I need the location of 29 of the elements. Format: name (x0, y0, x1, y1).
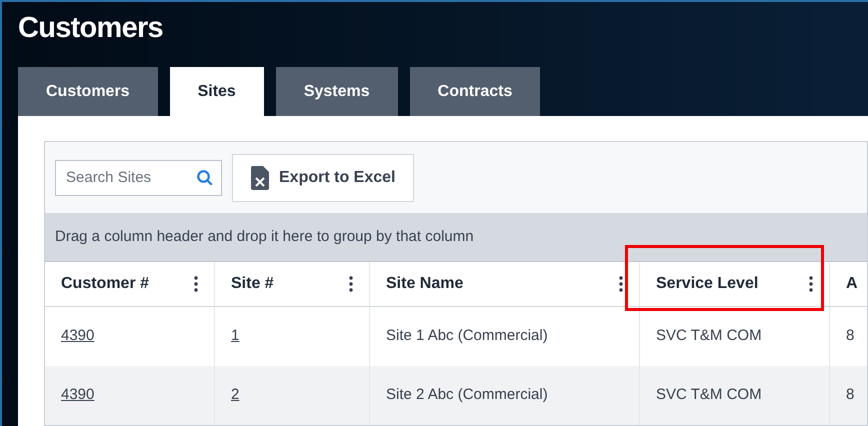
tab[interactable]: Sites (170, 67, 264, 116)
column-header[interactable]: Site # (215, 262, 370, 306)
table-link[interactable]: 4390 (61, 384, 94, 407)
table-cell-text: 8 (846, 385, 854, 406)
search-icon[interactable] (196, 168, 214, 186)
column-header[interactable]: Service Level (640, 262, 830, 306)
group-panel-hint: Drag a column header and drop it here to group by that column (55, 226, 474, 247)
column-menu-icon[interactable] (809, 276, 813, 292)
table-cell-text: Site 2 Abc (Commercial) (386, 385, 548, 406)
tab[interactable]: Contracts (410, 67, 540, 116)
table-link[interactable]: 4390 (61, 325, 94, 348)
table-cell-text: SVC T&M COM (656, 326, 762, 346)
table-cell-text: Site 1 Abc (Commercial) (386, 326, 548, 346)
table-cell-text: SVC T&M COM (656, 385, 762, 406)
column-menu-icon[interactable] (349, 276, 353, 292)
tab[interactable]: Systems (276, 67, 398, 116)
column-header[interactable]: Customer # (45, 262, 215, 306)
table-cell-text: 8 (846, 326, 854, 346)
table-link[interactable]: 1 (231, 325, 240, 348)
column-menu-icon[interactable] (194, 276, 198, 292)
table-link[interactable]: 2 (231, 384, 240, 407)
column-menu-icon[interactable] (619, 276, 623, 292)
tab[interactable]: Customers (18, 67, 158, 116)
excel-file-icon (251, 166, 269, 190)
column-header[interactable]: A (830, 262, 868, 306)
export-button[interactable]: Export to Excel (232, 154, 414, 202)
page-title: Customers (18, 11, 163, 46)
search-field[interactable]: Search Sites (55, 160, 222, 196)
column-header[interactable]: Site Name (370, 262, 640, 306)
